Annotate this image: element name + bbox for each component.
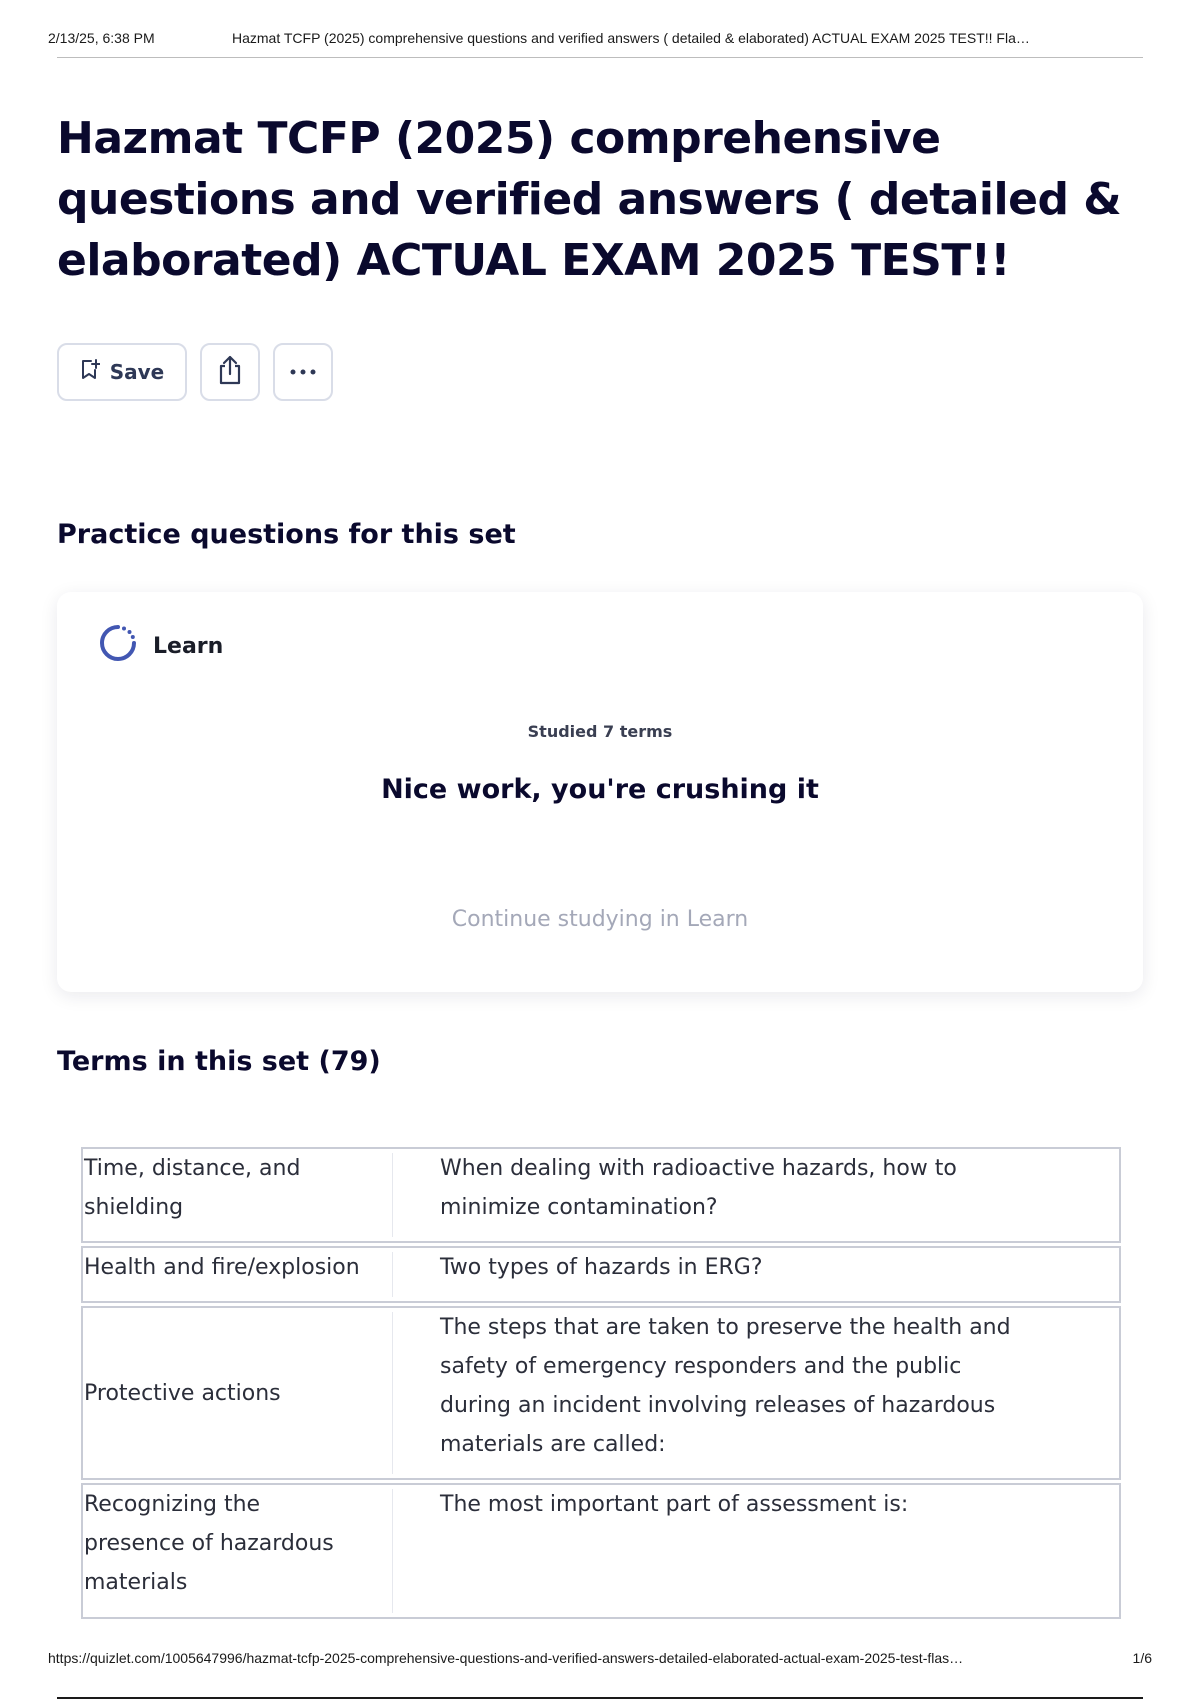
practice-section-heading: Practice questions for this set <box>57 519 516 550</box>
row-divider <box>392 1312 393 1474</box>
definition-text: When dealing with radioactive hazards, h… <box>440 1156 957 1220</box>
share-icon <box>215 354 245 391</box>
row-divider <box>392 1252 393 1297</box>
learn-card[interactable]: Learn Studied 7 terms Nice work, you're … <box>57 592 1143 992</box>
page-title: Hazmat TCFP (2025) comprehensive questio… <box>57 113 1122 286</box>
studied-count: Studied 7 terms <box>527 722 673 741</box>
learn-progress-icon <box>97 622 139 670</box>
print-header: 2/13/25, 6:38 PM Hazmat TCFP (2025) comp… <box>48 30 1152 58</box>
term-text: Time, distance, and shielding <box>84 1156 301 1220</box>
terms-section-heading: Terms in this set (79) <box>57 1046 381 1077</box>
term-text: Protective actions <box>84 1381 281 1406</box>
table-row: Protective actions The steps that are ta… <box>81 1306 1121 1480</box>
row-divider <box>392 1153 393 1237</box>
table-row: Time, distance, and shielding When deali… <box>81 1147 1121 1243</box>
set-actions-toolbar: Save <box>57 343 333 403</box>
learn-mode-label: Learn <box>153 633 224 659</box>
print-doc-title: Hazmat TCFP (2025) comprehensive questio… <box>232 30 1030 46</box>
print-header-divider <box>57 57 1143 58</box>
continue-learn-link[interactable]: Continue studying in Learn <box>57 907 1143 932</box>
more-options-button[interactable] <box>273 343 333 401</box>
share-button[interactable] <box>200 343 260 401</box>
definition-text: The steps that are taken to preserve the… <box>440 1315 1011 1457</box>
print-footer: https://quizlet.com/1005647996/hazmat-tc… <box>48 1650 1152 1670</box>
print-url: https://quizlet.com/1005647996/hazmat-tc… <box>48 1650 964 1666</box>
save-button[interactable]: Save <box>57 343 187 401</box>
more-icon <box>288 363 318 381</box>
learn-mode-tag: Learn <box>97 622 223 670</box>
print-datetime: 2/13/25, 6:38 PM <box>48 30 155 46</box>
term-text: Health and fire/explosion <box>84 1255 360 1280</box>
print-footer-divider <box>57 1697 1143 1699</box>
term-text: Recognizing the presence of hazardous ma… <box>84 1492 334 1595</box>
terms-table: Time, distance, and shielding When deali… <box>81 1147 1121 1622</box>
save-button-label: Save <box>109 360 165 384</box>
definition-text: Two types of hazards in ERG? <box>440 1255 763 1280</box>
progress-message: Nice work, you're crushing it <box>381 774 819 805</box>
bookmark-add-icon <box>80 358 101 386</box>
row-divider <box>392 1489 393 1613</box>
table-row: Health and fire/explosion Two types of h… <box>81 1246 1121 1303</box>
table-row: Recognizing the presence of hazardous ma… <box>81 1483 1121 1619</box>
page-number: 1/6 <box>1132 1650 1152 1666</box>
definition-text: The most important part of assessment is… <box>440 1492 909 1517</box>
